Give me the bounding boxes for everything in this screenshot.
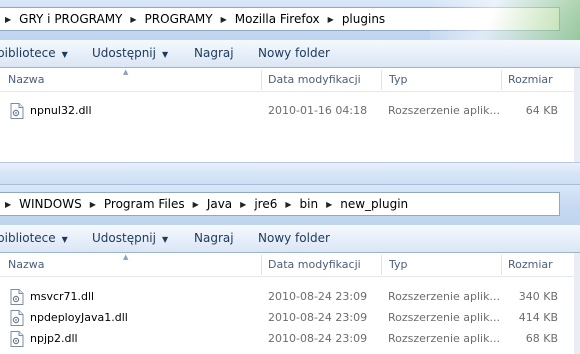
breadcrumb-chevron-icon[interactable]: ▶	[216, 15, 232, 24]
dropdown-caret-icon: ▼	[161, 50, 169, 59]
explorer-window-firefox-plugins: ▶ GRY i PROGRAMY ▶ PROGRAMY ▶ Mozilla Fi…	[0, 0, 580, 162]
column-header: ▲ Nazwa Data modyfikacji Typ Rozmiar	[0, 68, 580, 92]
new-folder-button[interactable]: Nowy folder	[258, 225, 330, 252]
address-bar-area: ▶ GRY i PROGRAMY ▶ PROGRAMY ▶ Mozilla Fi…	[0, 0, 580, 40]
include-in-library-button[interactable]: bibliotece ▼	[0, 225, 68, 252]
file-row[interactable]: npjp2.dll 2010-08-24 23:09 Rozszerzenie …	[0, 328, 580, 350]
breadcrumb-chevron-icon[interactable]: ▶	[323, 15, 339, 24]
file-size: 68 KB	[525, 332, 558, 345]
file-date: 2010-08-24 23:09	[268, 332, 368, 345]
share-label: Udostępnij	[92, 46, 156, 60]
breadcrumb-item[interactable]: PROGRAMY	[142, 12, 216, 26]
share-label: Udostępnij	[92, 231, 156, 245]
breadcrumb-item[interactable]: Java	[204, 197, 235, 211]
breadcrumb-item[interactable]: bin	[297, 197, 322, 211]
breadcrumb-chevron-icon[interactable]: ▶	[280, 200, 296, 209]
column-divider[interactable]	[261, 255, 262, 275]
new-folder-button[interactable]: Nowy folder	[258, 40, 330, 67]
scrollbar[interactable]	[574, 253, 580, 354]
column-date[interactable]: Data modyfikacji	[268, 68, 361, 91]
breadcrumb-chevron-icon[interactable]: ▶	[0, 200, 16, 209]
breadcrumb-chevron-icon[interactable]: ▶	[235, 200, 251, 209]
column-divider[interactable]	[501, 255, 502, 275]
column-name[interactable]: Nazwa	[8, 68, 44, 91]
column-size[interactable]: Rozmiar	[508, 68, 553, 91]
command-toolbar: bibliotece ▼ Udostępnij ▼ Nagraj Nowy fold…	[0, 225, 580, 253]
breadcrumb-chevron-icon[interactable]: ▶	[0, 15, 16, 24]
column-header: ▲ Nazwa Data modyfikacji Typ Rozmiar	[0, 253, 580, 277]
breadcrumb-chevron-icon[interactable]: ▶	[321, 200, 337, 209]
breadcrumb-item[interactable]: Mozilla Firefox	[232, 12, 323, 26]
file-type: Rozszerzenie aplik...	[388, 311, 500, 324]
column-type[interactable]: Typ	[389, 68, 408, 91]
file-name: npjp2.dll	[30, 332, 78, 345]
column-name[interactable]: Nazwa	[8, 253, 44, 276]
breadcrumb-chevron-icon[interactable]: ▶	[85, 200, 101, 209]
command-toolbar: bibliotece ▼ Udostępnij ▼ Nagraj Nowy fold…	[0, 40, 580, 68]
file-size: 340 KB	[518, 290, 558, 303]
breadcrumb-chevron-icon[interactable]: ▶	[125, 15, 141, 24]
column-divider[interactable]	[261, 70, 262, 90]
dll-file-icon	[10, 310, 24, 326]
sort-indicator-icon: ▲	[123, 68, 129, 76]
breadcrumb-item[interactable]: jre6	[251, 197, 280, 211]
dropdown-caret-icon: ▼	[61, 50, 68, 59]
breadcrumb-chevron-icon[interactable]: ▶	[188, 200, 204, 209]
column-divider[interactable]	[501, 70, 502, 90]
include-in-library-label: bibliotece	[0, 231, 56, 245]
breadcrumb-item[interactable]: Program Files	[101, 197, 188, 211]
sort-indicator-icon: ▲	[123, 253, 129, 261]
breadcrumb-item[interactable]: WINDOWS	[16, 197, 85, 211]
dll-file-icon	[10, 103, 24, 119]
file-date: 2010-08-24 23:09	[268, 290, 368, 303]
file-name: npdeployJava1.dll	[30, 311, 128, 324]
column-size[interactable]: Rozmiar	[508, 253, 553, 276]
column-divider[interactable]	[381, 255, 382, 275]
address-breadcrumb[interactable]: ▶ WINDOWS ▶ Program Files ▶ Java ▶ jre6 …	[0, 192, 560, 216]
burn-button[interactable]: Nagraj	[194, 40, 234, 67]
breadcrumb-item[interactable]: new_plugin	[337, 197, 411, 211]
file-size: 64 KB	[525, 104, 558, 117]
file-row[interactable]: msvcr71.dll 2010-08-24 23:09 Rozszerzeni…	[0, 286, 580, 308]
file-name: npnul32.dll	[30, 104, 92, 117]
dropdown-caret-icon: ▼	[61, 235, 68, 244]
file-size: 414 KB	[518, 311, 558, 324]
burn-button[interactable]: Nagraj	[194, 225, 234, 252]
file-row[interactable]: npnul32.dll 2010-01-16 04:18 Rozszerzeni…	[0, 100, 580, 122]
include-in-library-label: bibliotece	[0, 46, 56, 60]
file-type: Rozszerzenie aplik...	[388, 104, 500, 117]
file-date: 2010-01-16 04:18	[268, 104, 368, 117]
column-date[interactable]: Data modyfikacji	[268, 253, 361, 276]
share-button[interactable]: Udostępnij ▼	[92, 225, 168, 252]
dll-file-icon	[10, 289, 24, 305]
breadcrumb-item[interactable]: plugins	[339, 12, 388, 26]
include-in-library-button[interactable]: bibliotece ▼	[0, 40, 68, 67]
address-bar-area: ▶ WINDOWS ▶ Program Files ▶ Java ▶ jre6 …	[0, 185, 580, 225]
dll-file-icon	[10, 331, 24, 347]
address-breadcrumb[interactable]: ▶ GRY i PROGRAMY ▶ PROGRAMY ▶ Mozilla Fi…	[0, 7, 560, 31]
breadcrumb-item[interactable]: GRY i PROGRAMY	[16, 12, 125, 26]
file-type: Rozszerzenie aplik...	[388, 332, 500, 345]
dropdown-caret-icon: ▼	[161, 235, 169, 244]
file-name: msvcr71.dll	[30, 290, 95, 303]
column-type[interactable]: Typ	[389, 253, 408, 276]
window-separator	[0, 162, 580, 185]
scrollbar[interactable]	[574, 68, 580, 162]
file-row[interactable]: npdeployJava1.dll 2010-08-24 23:09 Rozsz…	[0, 307, 580, 329]
column-divider[interactable]	[381, 70, 382, 90]
share-button[interactable]: Udostępnij ▼	[92, 40, 168, 67]
file-date: 2010-08-24 23:09	[268, 311, 368, 324]
explorer-window-java-new-plugin: ▶ WINDOWS ▶ Program Files ▶ Java ▶ jre6 …	[0, 185, 580, 354]
file-type: Rozszerzenie aplik...	[388, 290, 500, 303]
